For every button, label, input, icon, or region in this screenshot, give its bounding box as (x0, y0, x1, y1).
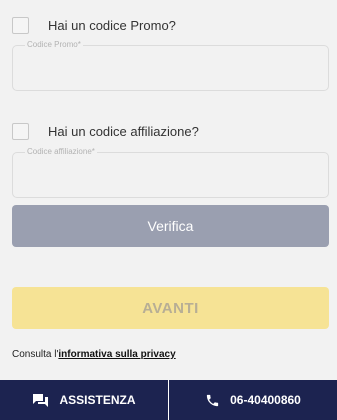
phone-icon (207, 394, 219, 406)
phone-button[interactable]: 06-40400860 (169, 380, 337, 420)
footer-bar: ASSISTENZA 06-40400860 (0, 380, 337, 420)
affiliazione-checkbox-label: Hai un codice affiliazione? (48, 124, 199, 139)
privacy-notice: Consulta l'informativa sulla privacy (12, 349, 176, 360)
avanti-button[interactable]: AVANTI (12, 287, 329, 329)
assistenza-label: ASSISTENZA (59, 393, 136, 407)
verifica-button[interactable]: Verifica (12, 205, 329, 247)
promo-checkbox-label: Hai un codice Promo? (48, 18, 176, 33)
affiliazione-code-field[interactable]: Codice affiliazione* (12, 147, 329, 198)
affiliazione-checkbox[interactable] (12, 123, 29, 140)
affiliazione-code-input[interactable] (13, 153, 328, 197)
promo-code-field[interactable]: Codice Promo* (12, 40, 329, 91)
assistenza-button[interactable]: ASSISTENZA (0, 380, 169, 420)
privacy-link[interactable]: informativa sulla privacy (58, 349, 175, 360)
promo-code-input[interactable] (13, 46, 328, 90)
promo-checkbox[interactable] (12, 17, 29, 34)
affiliazione-checkbox-row[interactable]: Hai un codice affiliazione? (12, 123, 199, 140)
chat-icon (33, 393, 49, 407)
privacy-prefix: Consulta l' (12, 349, 59, 360)
phone-label: 06-40400860 (230, 393, 301, 407)
promo-checkbox-row[interactable]: Hai un codice Promo? (12, 17, 176, 34)
